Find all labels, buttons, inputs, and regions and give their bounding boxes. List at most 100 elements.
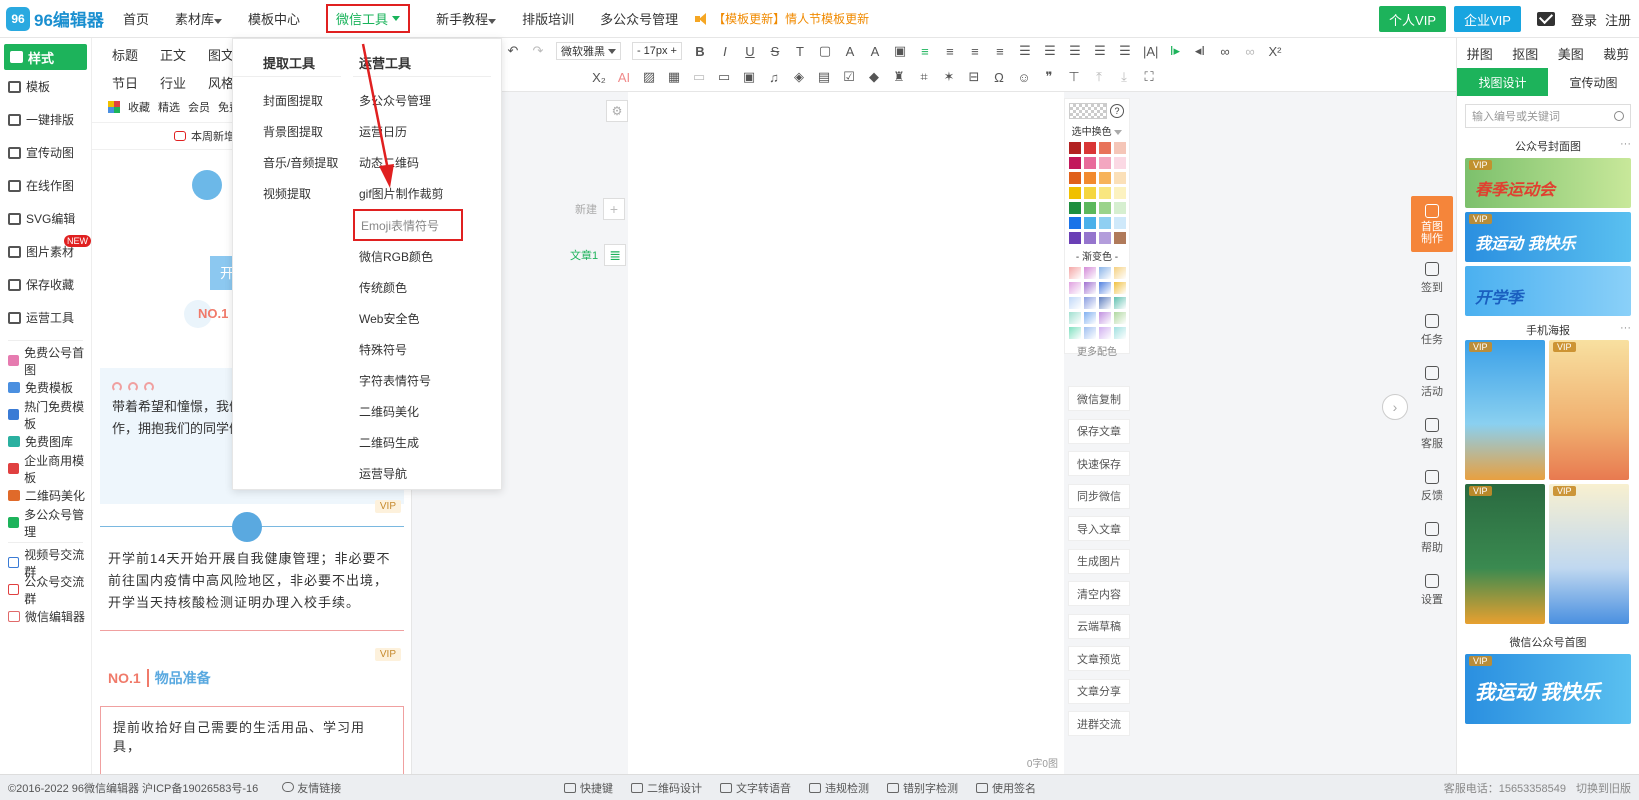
- sidebar-item-0[interactable]: 样式: [4, 44, 87, 70]
- color-swatch[interactable]: [1098, 202, 1111, 214]
- sidebar-item-1[interactable]: 模板: [0, 70, 91, 103]
- gradient-swatch[interactable]: [1068, 297, 1081, 309]
- superscript-icon[interactable]: X²: [1268, 44, 1282, 59]
- color-swatch[interactable]: [1083, 187, 1096, 199]
- paste-icon[interactable]: ▤: [817, 69, 831, 85]
- special-char-icon[interactable]: Ω: [992, 70, 1006, 85]
- template-icon[interactable]: ⊤: [1067, 69, 1081, 85]
- sidebar-item-6[interactable]: 图片素材 NEW: [0, 235, 91, 268]
- help-icon[interactable]: ?: [1110, 104, 1124, 118]
- footer-tool-0[interactable]: 快捷键: [564, 780, 613, 796]
- text-box-icon[interactable]: ▢: [818, 43, 832, 59]
- more-colors-link[interactable]: 更多配色: [1069, 343, 1125, 358]
- action-button-7[interactable]: 云端草稿: [1068, 613, 1130, 639]
- template-paragraph[interactable]: 开学前14天开始开展自我健康管理；非必要不前往国内疫情中高风险地区，非必要不出境…: [108, 548, 400, 614]
- gradient-swatch[interactable]: [1068, 267, 1081, 279]
- category-0-2[interactable]: 图文: [208, 45, 234, 64]
- dropdown-operation-item-8[interactable]: 特殊符号: [353, 334, 501, 365]
- color-swatch[interactable]: [1083, 172, 1096, 184]
- filter-0[interactable]: 收藏: [128, 99, 150, 115]
- font-size-stepper[interactable]: -17px +: [632, 42, 682, 60]
- cover-thumbnail-1[interactable]: VIP 春季运动会: [1465, 158, 1631, 208]
- category-1-0[interactable]: 节日: [112, 73, 138, 92]
- image-tab-0[interactable]: 拼图: [1467, 44, 1493, 63]
- text-direction-rtl-icon[interactable]: ◂I: [1193, 43, 1207, 59]
- cover-thumbnail-3[interactable]: 开学季: [1465, 266, 1631, 316]
- gradient-swatch[interactable]: [1098, 312, 1111, 324]
- footer-tool-4[interactable]: 错别字检测: [887, 780, 958, 796]
- nav-item-0[interactable]: 首页: [110, 0, 162, 38]
- login-link[interactable]: 登录: [1571, 10, 1597, 29]
- sidebar-item-2[interactable]: 一键排版: [0, 103, 91, 136]
- image-icon[interactable]: ▭: [692, 69, 706, 85]
- dropdown-operation-item-11[interactable]: 二维码生成: [353, 427, 501, 458]
- action-button-8[interactable]: 文章预览: [1068, 646, 1130, 671]
- strip-item-5[interactable]: 反馈: [1411, 460, 1453, 512]
- personal-vip-button[interactable]: 个人VIP: [1379, 6, 1446, 32]
- template-heading[interactable]: NO.1 物品准备: [108, 668, 211, 688]
- table-icon[interactable]: ▦: [667, 69, 681, 85]
- link-icon[interactable]: ∞: [1218, 44, 1232, 59]
- color-swatch[interactable]: [1083, 232, 1096, 244]
- paragraph-spacing-icon[interactable]: ☰: [1068, 43, 1082, 59]
- action-button-3[interactable]: 同步微信: [1068, 483, 1130, 509]
- filter-1[interactable]: 精选: [158, 99, 180, 115]
- action-button-5[interactable]: 生成图片: [1068, 548, 1130, 574]
- gradient-swatch[interactable]: [1068, 327, 1081, 339]
- dropdown-operation-item-7[interactable]: Web安全色: [353, 303, 501, 334]
- strip-item-7[interactable]: 设置: [1411, 564, 1453, 616]
- color-swatch[interactable]: [1083, 142, 1096, 154]
- poster-2[interactable]: VIP: [1549, 340, 1629, 480]
- footer-tool-2[interactable]: 文字转语音: [720, 780, 791, 796]
- gradient-swatch[interactable]: [1098, 267, 1111, 279]
- nav-item-6[interactable]: 多公众号管理: [587, 0, 691, 38]
- gradient-swatch[interactable]: [1113, 312, 1126, 324]
- sidebar-link-4[interactable]: 企业商用模板: [0, 454, 91, 485]
- float-up-icon[interactable]: ⤒: [1092, 69, 1106, 85]
- dropdown-operation-item-6[interactable]: 传统颜色: [353, 272, 501, 303]
- unlink-icon[interactable]: ∞: [1243, 44, 1257, 59]
- action-button-0[interactable]: 微信复制: [1068, 386, 1130, 411]
- dropdown-extract-item-0[interactable]: 封面图提取: [233, 85, 351, 116]
- sidebar-link-2[interactable]: 热门免费模板: [0, 400, 91, 431]
- texture-icon[interactable]: ▨: [642, 69, 656, 85]
- color-swatch[interactable]: [1113, 232, 1126, 244]
- align-left-icon[interactable]: ≡: [918, 44, 932, 59]
- action-button-4[interactable]: 导入文章: [1068, 516, 1130, 541]
- gradient-swatch[interactable]: [1113, 327, 1126, 339]
- gradient-swatch[interactable]: [1113, 282, 1126, 294]
- subscript-icon[interactable]: X₂: [592, 70, 606, 85]
- music-icon[interactable]: ♫: [767, 70, 781, 85]
- font-family-select[interactable]: 微软雅黑: [556, 42, 621, 60]
- eraser-icon[interactable]: ◆: [867, 69, 881, 85]
- crop-icon[interactable]: ⌗: [917, 69, 931, 85]
- highlight-color-icon[interactable]: A: [868, 44, 882, 59]
- category-1-2[interactable]: 风格: [208, 73, 234, 92]
- document-tab[interactable]: 文章1 ≣: [570, 244, 627, 266]
- gradient-swatch[interactable]: [1083, 297, 1096, 309]
- color-swatch[interactable]: [1098, 172, 1111, 184]
- gradient-swatch[interactable]: [1113, 297, 1126, 309]
- sidebar-group-1[interactable]: 公众号交流群: [0, 575, 91, 606]
- ai-button[interactable]: AI: [617, 70, 631, 85]
- dropdown-extract-item-1[interactable]: 背景图提取: [233, 116, 351, 147]
- more-icon[interactable]: ···: [1620, 138, 1631, 150]
- redo-icon[interactable]: ↷: [531, 43, 545, 59]
- gradient-swatch[interactable]: [1083, 267, 1096, 279]
- announcement[interactable]: 【模板更新】情人节模板更新: [695, 10, 869, 27]
- list-icon[interactable]: ☰: [1093, 43, 1107, 59]
- action-button-10[interactable]: 进群交流: [1068, 711, 1130, 736]
- category-1-1[interactable]: 行业: [160, 73, 186, 92]
- font-color-icon[interactable]: A: [843, 44, 857, 59]
- sidebar-item-8[interactable]: 运营工具: [0, 301, 91, 334]
- color-swatch[interactable]: [1113, 187, 1126, 199]
- strip-item-0[interactable]: 首图制作: [1411, 196, 1453, 252]
- font-size-plus[interactable]: +: [671, 45, 677, 57]
- sidebar-item-3[interactable]: 宣传动图: [0, 136, 91, 169]
- sidebar-group-2[interactable]: 微信编辑器: [0, 603, 91, 630]
- wechat-cover-thumbnail[interactable]: VIP 我运动 我快乐: [1465, 654, 1631, 724]
- sidebar-item-4[interactable]: 在线作图: [0, 169, 91, 202]
- dropdown-operation-item-10[interactable]: 二维码美化: [353, 396, 501, 427]
- dropdown-operation-item-5[interactable]: 微信RGB颜色: [353, 241, 501, 272]
- align-right-icon[interactable]: ≡: [968, 44, 982, 59]
